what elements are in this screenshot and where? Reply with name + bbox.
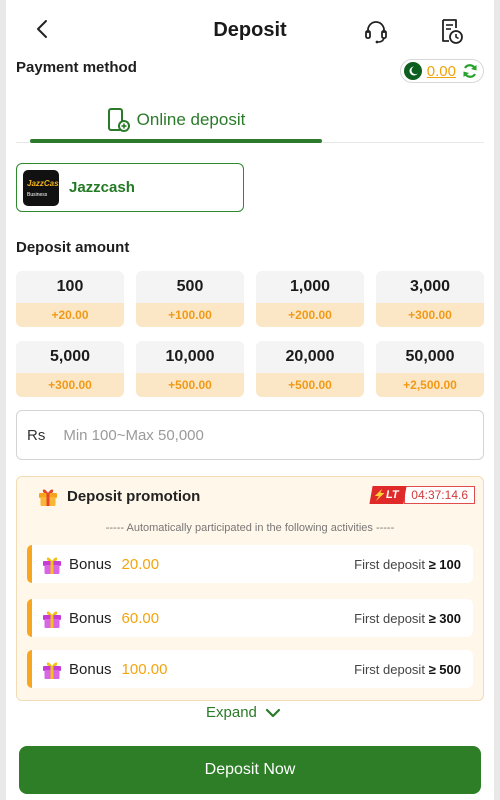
promotion-timer: LT 04:37:14.6 — [369, 486, 475, 504]
promotion-title: Deposit promotion — [67, 487, 201, 505]
amount-input[interactable] — [63, 426, 444, 444]
header: Deposit — [6, 0, 494, 56]
back-icon — [37, 20, 47, 38]
bonus-requirement: First deposit ≥ 300 — [354, 611, 461, 626]
amount-value: 100 — [56, 278, 84, 295]
jazzcash-logo-text: JazzCash — [27, 178, 59, 188]
currency-label: Rs — [27, 426, 46, 444]
promotion-subtitle: ----- Automatically participated in the … — [105, 522, 395, 534]
payment-method-label: Payment method — [16, 59, 137, 76]
amount-value: 500 — [176, 278, 204, 295]
phone-deposit-icon — [107, 108, 130, 132]
page-title: Deposit — [213, 19, 287, 41]
amount-bonus: +2,500.00 — [376, 373, 484, 397]
bonus-accent-bar — [27, 545, 32, 583]
amount-bonus: +200.00 — [256, 303, 364, 327]
deposit-page: Deposit Payment method 0.00 Online depos… — [6, 0, 494, 800]
balance-widget: 0.00 — [399, 59, 484, 83]
bonus-amount: 60.00 — [121, 609, 160, 627]
amount-bonus: +300.00 — [376, 303, 484, 327]
payment-method-jazzcash[interactable]: JazzCash Business Jazzcash — [16, 163, 244, 212]
deposit-now-button[interactable]: Deposit Now — [19, 746, 481, 794]
gift-icon — [43, 557, 61, 574]
jazzcash-logo-subtext: Business — [27, 191, 48, 198]
amount-option[interactable]: 20,000 +500.00 — [256, 341, 364, 397]
bonus-requirement: First deposit ≥ 100 — [354, 557, 461, 572]
amount-option[interactable]: 50,000 +2,500.00 — [376, 341, 484, 397]
amount-option[interactable]: 5,000 +300.00 — [16, 341, 124, 397]
amount-value: 1,000 — [289, 278, 331, 295]
requirement-threshold: ≥ 100 — [428, 556, 461, 572]
countdown-time: 04:37:14.6 — [404, 486, 475, 504]
deposit-history-button[interactable] — [436, 16, 466, 46]
amount-value: 10,000 — [165, 348, 215, 365]
deposit-amount-label: Deposit amount — [16, 239, 130, 256]
pakistan-flag-icon — [403, 62, 422, 80]
bonus-label: Bonus — [69, 660, 112, 678]
amount-input-container: Rs — [16, 410, 484, 460]
amount-bonus: +20.00 — [16, 303, 124, 327]
amount-bonus: +300.00 — [16, 373, 124, 397]
chevron-down-icon — [265, 708, 280, 717]
requirement-text: First deposit — [354, 610, 425, 626]
amount-options: 100 +20.00 500 +100.00 1,000 +200.00 3,000 +… — [16, 271, 484, 397]
tab-active-indicator — [30, 139, 322, 143]
balance-amount: 0.00 — [426, 62, 456, 80]
promotion-header: Deposit promotion — [37, 485, 200, 507]
bonus-label: Bonus — [69, 555, 112, 573]
customer-service-button[interactable] — [361, 16, 391, 46]
requirement-text: First deposit — [354, 661, 425, 677]
jazzcash-logo: JazzCash Business — [23, 169, 59, 206]
amount-option[interactable]: 10,000 +500.00 — [136, 341, 244, 397]
requirement-threshold: ≥ 300 — [428, 610, 461, 626]
bonus-item: Bonus 20.00 First deposit ≥ 100 — [27, 545, 473, 583]
limited-time-badge: LT — [369, 486, 406, 504]
gift-icon — [39, 489, 57, 506]
bonus-requirement: First deposit ≥ 500 — [354, 662, 461, 677]
amount-bonus: +500.00 — [136, 373, 244, 397]
amount-value: 5,000 — [49, 348, 91, 365]
amount-option[interactable]: 3,000 +300.00 — [376, 271, 484, 327]
bonus-item: Bonus 60.00 First deposit ≥ 300 — [27, 599, 473, 637]
amount-value: 50,000 — [405, 348, 455, 365]
expand-button[interactable]: Expand — [206, 704, 281, 721]
requirement-threshold: ≥ 500 — [428, 661, 461, 677]
gift-icon — [43, 611, 61, 628]
bonus-amount: 100.00 — [121, 660, 168, 678]
amount-value: 3,000 — [409, 278, 451, 295]
bonus-label: Bonus — [69, 609, 112, 627]
requirement-text: First deposit — [354, 556, 425, 572]
amount-option[interactable]: 1,000 +200.00 — [256, 271, 364, 327]
tab-label: Online deposit — [136, 110, 246, 129]
bonus-amount: 20.00 — [121, 555, 160, 573]
history-icon — [442, 19, 463, 44]
back-button[interactable] — [30, 14, 58, 44]
bonus-accent-bar — [27, 599, 32, 637]
amount-option[interactable]: 500 +100.00 — [136, 271, 244, 327]
bonus-item: Bonus 100.00 First deposit ≥ 500 — [27, 650, 473, 688]
headset-icon — [365, 21, 387, 44]
amount-value: 20,000 — [285, 348, 335, 365]
expand-label: Expand — [206, 704, 257, 721]
deposit-promotion-panel: Deposit promotion LT 04:37:14.6 ----- Au… — [16, 476, 484, 701]
tab-online-deposit[interactable]: Online deposit — [30, 100, 322, 140]
payment-method-name: Jazzcash — [69, 179, 135, 196]
amount-option[interactable]: 100 +20.00 — [16, 271, 124, 327]
bonus-accent-bar — [27, 650, 32, 688]
refresh-icon[interactable] — [461, 62, 479, 80]
amount-bonus: +500.00 — [256, 373, 364, 397]
amount-bonus: +100.00 — [136, 303, 244, 327]
limited-time-label: LT — [384, 489, 400, 501]
lightning-icon — [374, 489, 385, 501]
gift-icon — [43, 662, 61, 679]
